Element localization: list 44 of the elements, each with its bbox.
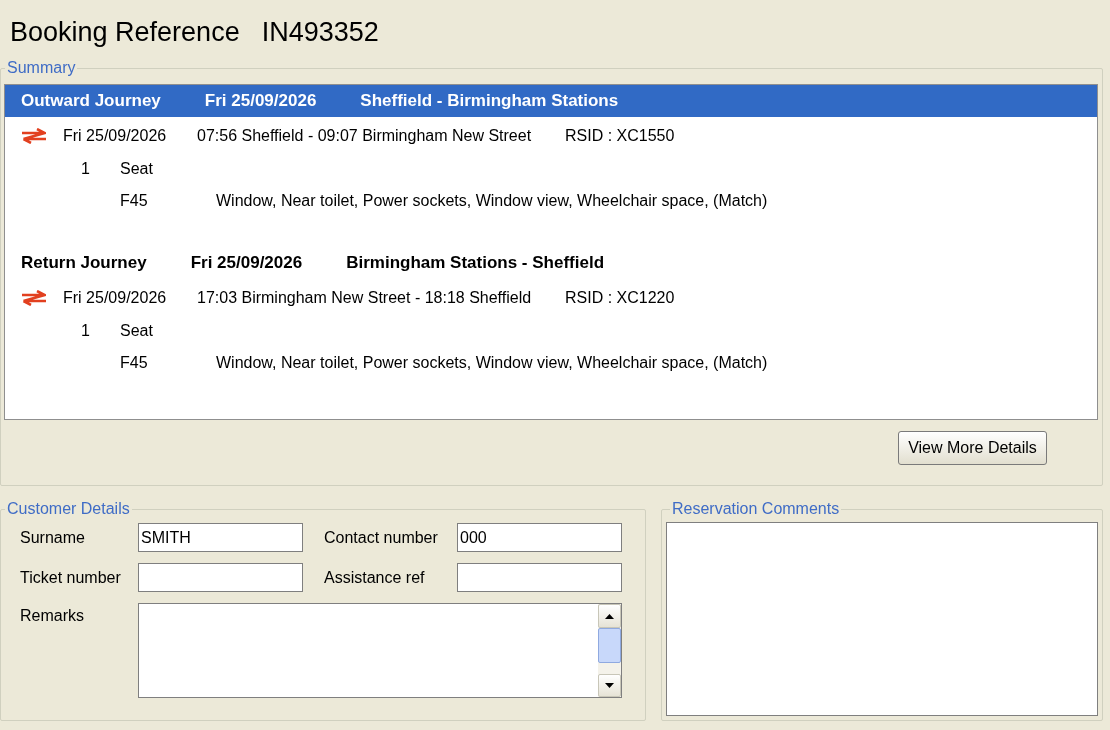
journey-title: Outward Journey (21, 90, 161, 113)
scroll-down-button[interactable] (598, 674, 621, 697)
journey-header-row[interactable]: Outward Journey Fri 25/09/2026 Sheffield - Birmingham Stations (5, 85, 1097, 117)
caret-up-icon (605, 613, 614, 619)
remarks-field[interactable] (138, 603, 622, 698)
text-field[interactable] (457, 563, 622, 592)
seat-number: F45 (120, 191, 148, 209)
journey-date: Fri 25/09/2026 (190, 252, 303, 275)
seat-quantity: 1 (81, 321, 90, 339)
field-label: Remarks (20, 606, 84, 626)
leg-service: 07:56 Sheffield - 09:07 Birmingham New Street (197, 127, 532, 144)
text-field[interactable] (138, 563, 303, 592)
booking-reference-label: Booking Reference (10, 17, 240, 47)
journey-route: Sheffield - Birmingham Stations (360, 90, 619, 113)
double-arrow-icon (22, 128, 46, 144)
leg-date: Fri 25/09/2026 (63, 127, 167, 144)
group-legend: Reservation Comments (670, 500, 842, 518)
journey-date: Fri 25/09/2026 (204, 90, 317, 113)
field-label: Assistance ref (324, 567, 425, 588)
text-field[interactable]: 000 (457, 523, 622, 552)
reservation-type: Seat (120, 320, 153, 341)
leg-service: 17:03 Birmingham New Street - 18:18 Sheffield (197, 289, 532, 306)
leg-rsid: RSID : XC1220 (565, 288, 675, 308)
leg-rsid: RSID : XC1550 (565, 126, 675, 146)
journey-route: Birmingham Stations - Sheffield (346, 252, 605, 275)
double-arrow-icon (22, 290, 46, 306)
field-label: Surname (20, 527, 85, 548)
field-label: Contact number (324, 527, 438, 548)
view-more-details-button[interactable]: View More Details (898, 431, 1047, 465)
text-field[interactable]: SMITH (138, 523, 303, 552)
scrollbar-thumb[interactable] (598, 628, 621, 663)
seat-features: Window, Near toilet, Power sockets, Window view, Wheelchair space, (Match) (216, 352, 768, 373)
scroll-up-button[interactable] (598, 604, 621, 628)
seat-quantity: 1 (81, 159, 90, 177)
journey-title: Return Journey (21, 252, 147, 275)
caret-down-icon (605, 683, 614, 688)
seat-features: Window, Near toilet, Power sockets, Window view, Wheelchair space, (Match) (216, 190, 768, 211)
group-legend: Customer Details (5, 500, 132, 518)
seat-number: F45 (120, 353, 148, 371)
booking-reference-value: IN493352 (261, 17, 379, 47)
group-legend: Summary (5, 59, 78, 77)
reservation-type: Seat (120, 158, 153, 179)
leg-date: Fri 25/09/2026 (63, 289, 167, 306)
field-label: Ticket number (20, 567, 121, 588)
